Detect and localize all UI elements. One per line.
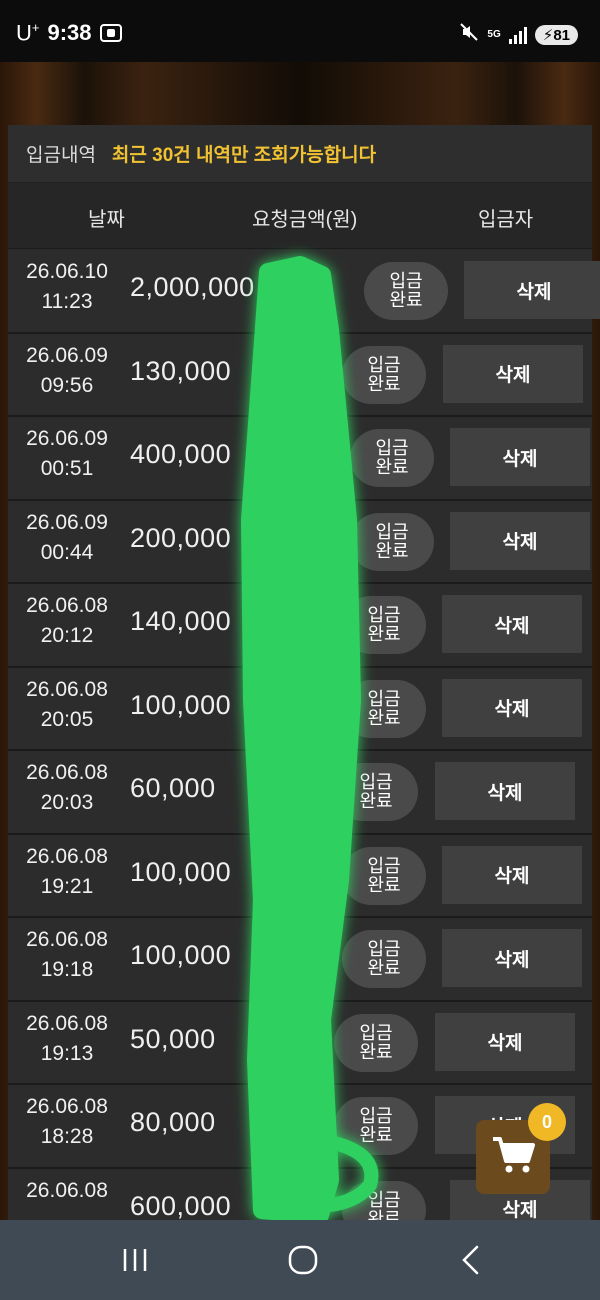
row-amount: 100,000 <box>130 856 232 887</box>
row-amount: 80,000 <box>130 1107 216 1137</box>
delete-button[interactable]: 삭제 <box>443 344 583 403</box>
row-amount: 400,000 <box>130 439 232 469</box>
deposit-status-button[interactable]: 입금 완료 <box>334 1097 418 1155</box>
deposit-status-button[interactable]: 입금 완료 <box>350 429 434 487</box>
deposit-status-button[interactable]: 입금 완료 <box>350 512 434 571</box>
row-datetime: 26.06.08 20:03 <box>26 761 108 814</box>
delete-button[interactable]: 삭제 <box>464 261 600 319</box>
row-datetime: 26.06.08 19:21 <box>26 844 108 898</box>
signal-icon <box>508 26 527 44</box>
deposit-status-button[interactable]: 입금 완료 <box>334 1013 418 1072</box>
home-button[interactable] <box>278 1242 328 1278</box>
delete-button[interactable]: 삭제 <box>442 845 582 904</box>
deposit-status-button[interactable]: 입금 완료 <box>342 679 426 738</box>
panel-note: 최근 30건 내역만 조회가능합니다 <box>111 145 377 166</box>
column-header: 날짜 요청금액(원) 입금자 <box>8 183 592 249</box>
status-right: 5G ⚡81 <box>459 22 578 47</box>
table-row: 26.06.09 09:56 130,000 입금 완료 삭제 <box>8 333 592 417</box>
delete-button[interactable]: 삭제 <box>442 595 582 653</box>
deposit-status-button[interactable]: 입금 완료 <box>342 345 426 404</box>
table-row: 26.06.08 20:12 140,000 입금 완료 삭제 <box>8 584 592 668</box>
home-icon <box>288 1245 318 1275</box>
recents-button[interactable] <box>110 1242 160 1278</box>
row-datetime: 26.06.09 09:56 <box>26 343 108 397</box>
table-row: 26.06.08 19:21 100,000 입금 완료 삭제 <box>8 834 592 918</box>
deposit-status-button[interactable]: 입금 완료 <box>334 763 418 821</box>
status-left: U+ 9:38 <box>16 20 122 46</box>
row-amount: 60,000 <box>130 773 216 803</box>
cart-icon <box>491 1135 535 1180</box>
table-row: 26.06.08 20:03 60,000 입금 완료 삭제 <box>8 751 592 835</box>
deposit-status-button[interactable]: 입금 완료 <box>364 262 448 320</box>
row-amount: 130,000 <box>130 355 232 386</box>
row-datetime: 26.06.08 19:18 <box>26 928 108 981</box>
table-row: 26.06.09 00:51 400,000 입금 완료 삭제 <box>8 417 592 501</box>
row-datetime: 26.06.08 18:28 <box>26 1095 108 1148</box>
row-datetime: 26.06.08 20:05 <box>26 677 108 731</box>
delete-button[interactable]: 삭제 <box>442 678 582 737</box>
row-datetime: 26.06.09 00:44 <box>26 510 108 564</box>
deposit-status-button[interactable]: 입금 완료 <box>342 930 426 988</box>
deposit-status-button[interactable]: 입금 완료 <box>342 596 426 654</box>
row-amount: 600,000 <box>130 1190 232 1221</box>
row-datetime: 26.06.08 <box>26 1178 108 1202</box>
delete-button[interactable]: 삭제 <box>450 511 590 570</box>
cart-count-badge: 0 <box>528 1103 566 1141</box>
delete-button[interactable]: 삭제 <box>435 1012 575 1071</box>
row-datetime: 26.06.10 11:23 <box>26 260 108 313</box>
deposit-status-button[interactable]: 입금 완료 <box>342 846 426 905</box>
panel-header: 입금내역 최근 30건 내역만 조회가능합니다 <box>8 125 592 183</box>
table-row: 26.06.08 19:13 50,000 입금 완료 삭제 <box>8 1001 592 1085</box>
table-row: 26.06.10 11:23 2,000,000 입금 완료 삭제 <box>8 250 600 334</box>
clock: 9:38 <box>47 20 92 46</box>
panel-title: 입금내역 <box>26 145 96 166</box>
recents-icon <box>123 1249 147 1271</box>
delete-button[interactable]: 삭제 <box>442 929 582 987</box>
row-datetime: 26.06.09 00:51 <box>26 427 108 480</box>
carrier: U+ <box>16 20 40 46</box>
delete-button[interactable]: 삭제 <box>450 428 590 486</box>
row-amount: 2,000,000 <box>130 272 255 302</box>
back-button[interactable] <box>446 1242 496 1278</box>
network-type: 5G <box>487 28 501 40</box>
deposit-history-panel: 입금내역 최근 30건 내역만 조회가능합니다 날짜 요청금액(원) 입금자 2… <box>8 125 600 1252</box>
column-depositor: 입금자 <box>478 209 534 231</box>
row-amount: 200,000 <box>130 522 232 553</box>
row-amount: 140,000 <box>130 606 232 636</box>
table-row: 26.06.09 00:44 200,000 입금 완료 삭제 <box>8 500 592 584</box>
row-amount: 50,000 <box>130 1023 216 1054</box>
system-navigation-bar <box>0 1220 600 1300</box>
battery-indicator: ⚡81 <box>534 24 578 45</box>
row-amount: 100,000 <box>130 689 232 720</box>
back-icon <box>462 1245 479 1275</box>
table-row: 26.06.08 19:18 100,000 입금 완료 삭제 <box>8 918 592 1002</box>
delete-button[interactable]: 삭제 <box>435 762 575 820</box>
row-datetime: 26.06.08 20:12 <box>26 594 108 647</box>
column-date: 날짜 <box>88 209 125 231</box>
mute-icon <box>459 22 479 47</box>
screen-recorder-icon <box>99 24 122 43</box>
deposit-list: 26.06.10 11:23 2,000,000 입금 완료 삭제 26.06.09… <box>8 250 600 1252</box>
column-amount: 요청금액(원) <box>252 209 358 231</box>
table-row: 26.06.08 20:05 100,000 입금 완료 삭제 <box>8 667 592 751</box>
row-amount: 100,000 <box>130 940 232 970</box>
row-datetime: 26.06.08 19:13 <box>26 1011 108 1065</box>
status-bar: U+ 9:38 5G ⚡81 <box>0 0 600 62</box>
